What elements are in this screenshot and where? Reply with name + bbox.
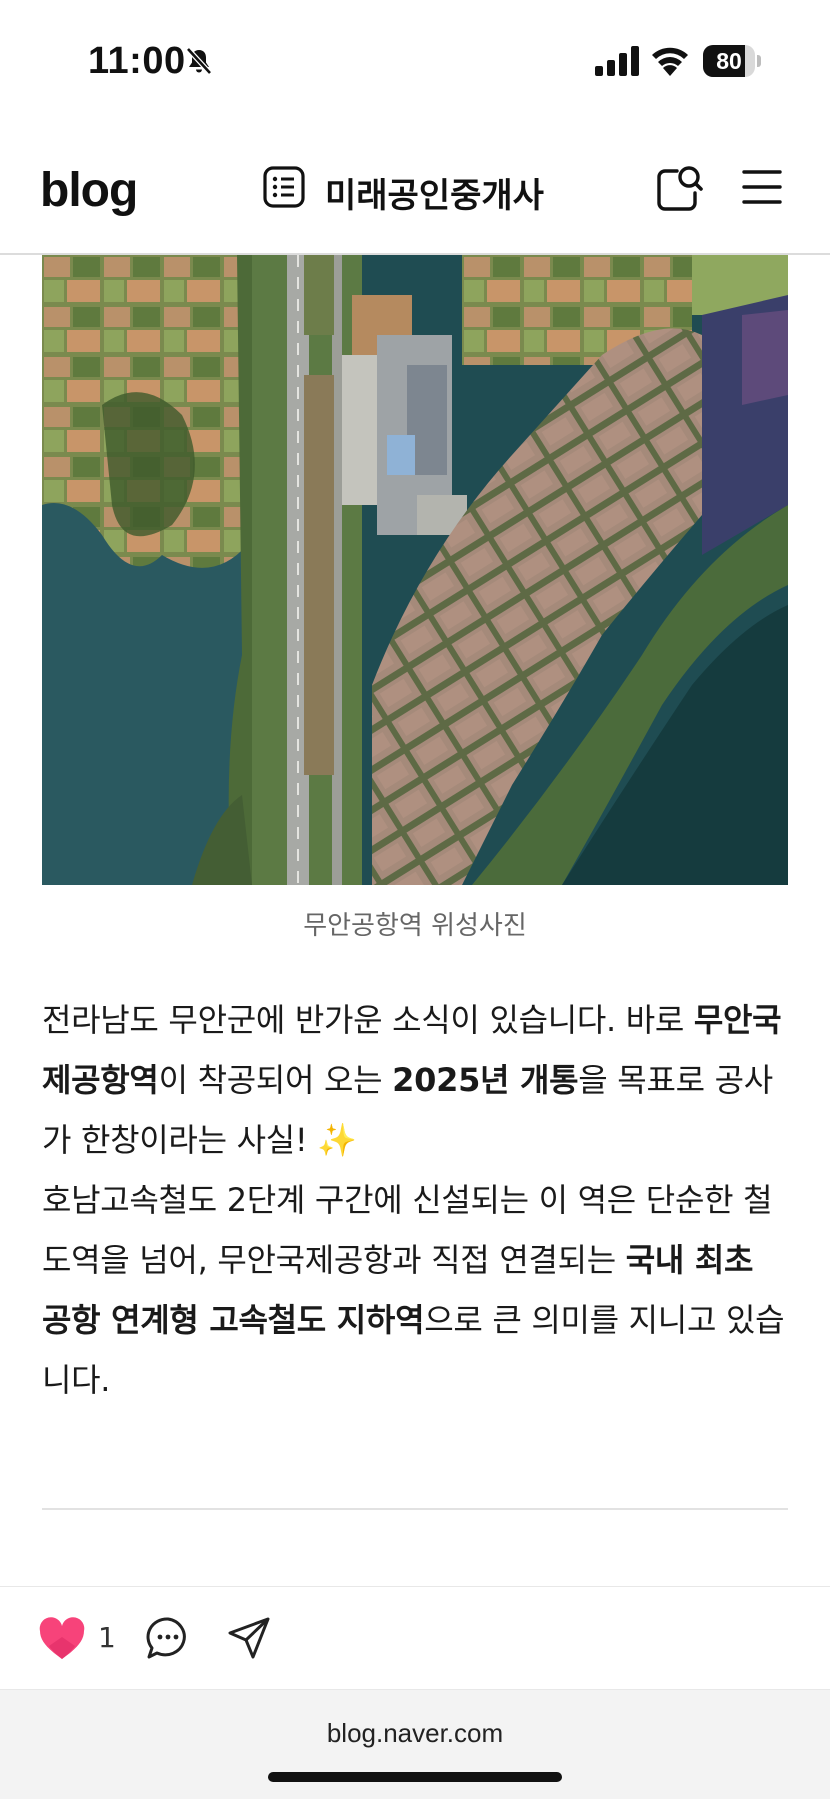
bell-slash-icon xyxy=(186,47,212,75)
blog-header: blog 미래공인중개사 xyxy=(0,135,830,255)
search-icon[interactable] xyxy=(655,163,705,213)
battery-icon: 80 xyxy=(703,45,761,77)
heart-icon[interactable] xyxy=(38,1617,86,1661)
highlight-opening-year: 2025년 개통 xyxy=(392,1061,579,1099)
browser-url-bar[interactable]: blog.naver.com xyxy=(0,1690,830,1799)
blog-name[interactable]: 미래공인중개사 xyxy=(325,168,544,217)
content-divider xyxy=(42,1508,788,1510)
article-paragraph-2: 호남고속철도 2단계 구간에 신설되는 이 역은 단순한 철도역을 넘어, 무안… xyxy=(42,1181,785,1399)
list-icon[interactable] xyxy=(262,165,306,209)
article-body: 전라남도 무안군에 반가운 소식이 있습니다. 바로 무안국제공항역이 착공되어… xyxy=(42,990,792,1410)
status-time: 11:00 xyxy=(88,40,186,82)
photo-caption: 무안공항역 위성사진 xyxy=(303,911,527,941)
comment-icon[interactable] xyxy=(145,1615,191,1661)
blog-logo[interactable]: blog xyxy=(40,163,138,218)
status-bar: 11:00 80 xyxy=(0,0,830,120)
satellite-photo[interactable] xyxy=(42,255,788,885)
url-text[interactable]: blog.naver.com xyxy=(0,1718,830,1749)
home-indicator[interactable] xyxy=(268,1772,562,1782)
article-paragraph-1: 전라남도 무안군에 반가운 소식이 있습니다. 바로 무안국제공항역이 착공되어… xyxy=(42,1001,782,1159)
signal-icon xyxy=(595,46,639,76)
battery-level: 80 xyxy=(716,48,742,74)
wifi-icon xyxy=(652,47,688,76)
share-icon[interactable] xyxy=(226,1615,272,1661)
menu-icon[interactable] xyxy=(740,167,784,207)
like-count: 1 xyxy=(98,1621,116,1654)
action-bar: 1 xyxy=(0,1586,830,1690)
